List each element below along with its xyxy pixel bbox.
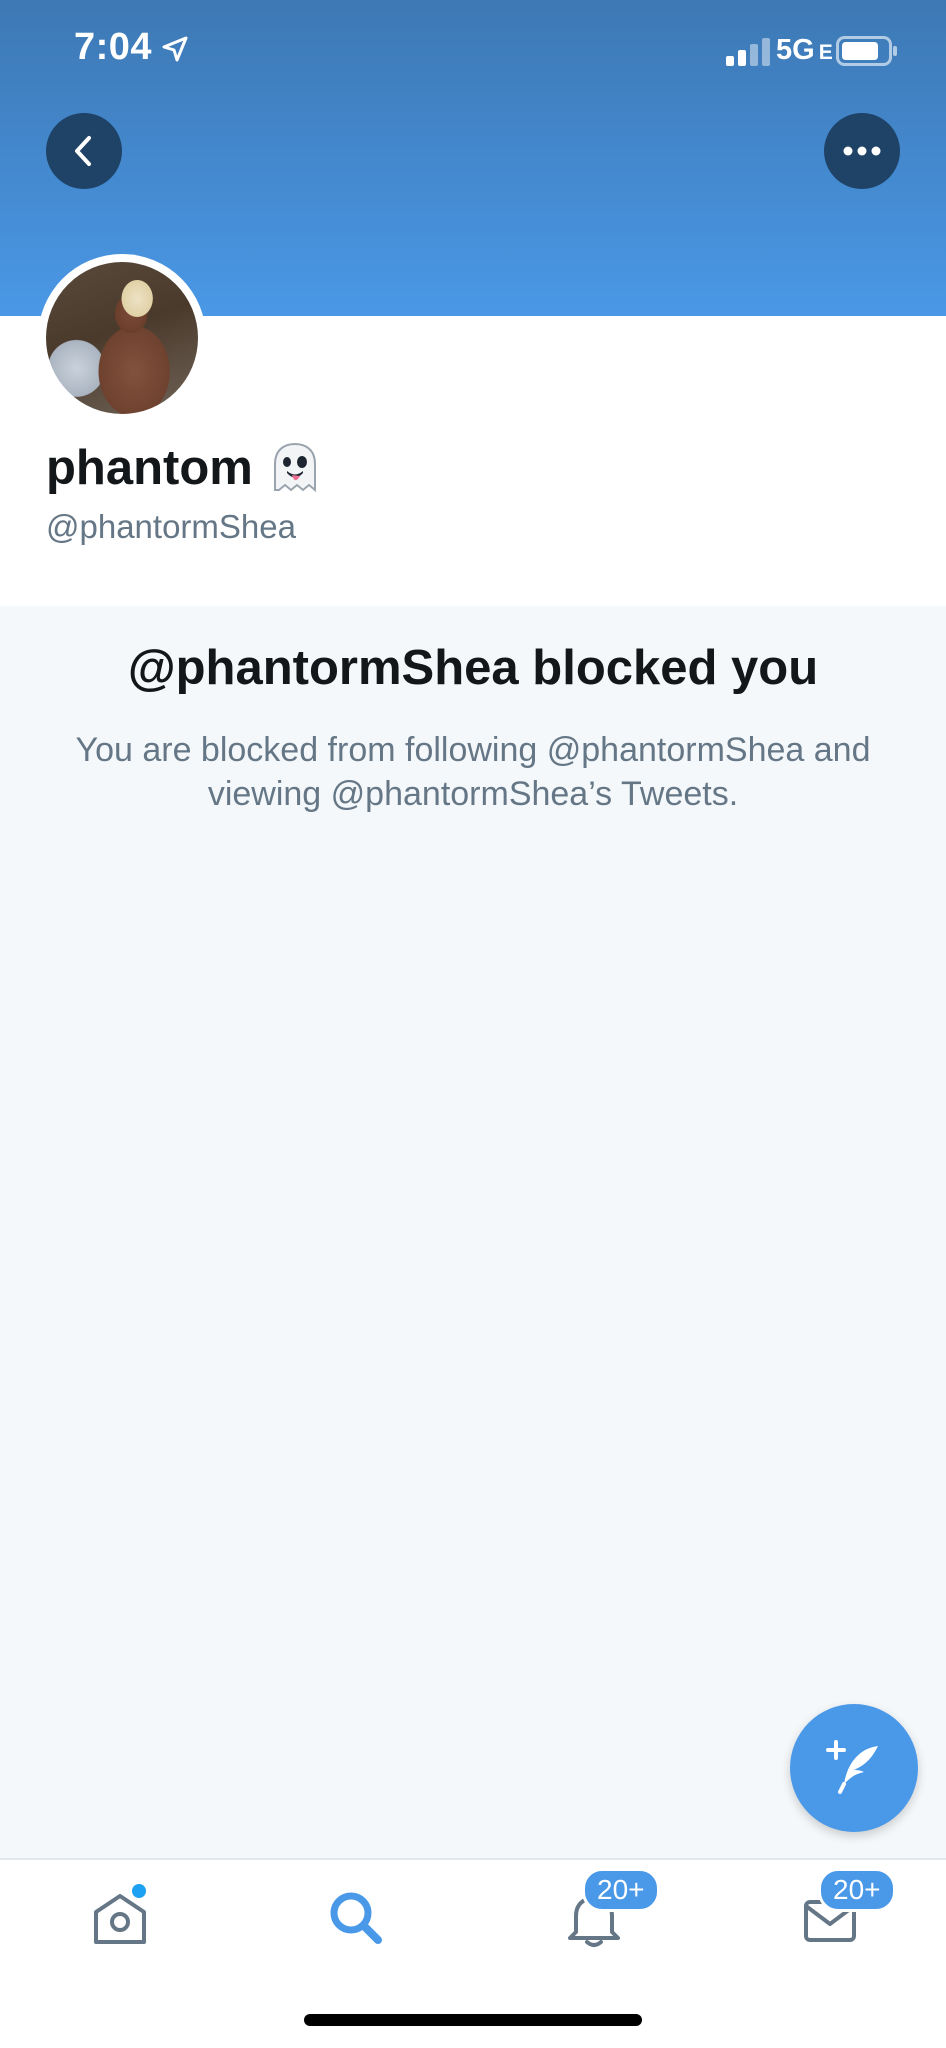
location-arrow-icon xyxy=(162,36,188,62)
messages-badge: 20+ xyxy=(818,1868,896,1912)
home-indicator[interactable] xyxy=(304,2014,642,2026)
blocked-description: You are blocked from following @phantorm… xyxy=(75,731,871,813)
home-new-dot xyxy=(132,1884,146,1898)
signal-strength-icon xyxy=(726,38,770,66)
tab-notifications[interactable]: 20+ xyxy=(562,1868,660,1950)
avatar[interactable] xyxy=(38,254,206,422)
chevron-left-icon xyxy=(75,136,91,166)
blocked-title: @phantormShea blocked you xyxy=(127,641,819,695)
profile-handle: @phantormShea xyxy=(46,508,296,545)
status-bar: 7:04 5G E xyxy=(0,0,946,104)
status-time: 7:04 xyxy=(74,26,153,68)
ghost-icon xyxy=(273,442,316,493)
avatar-photo xyxy=(46,262,198,414)
network-type: 5G E xyxy=(776,34,833,66)
tab-search[interactable] xyxy=(324,1886,388,1950)
compose-feather-icon xyxy=(826,1740,878,1794)
search-icon xyxy=(330,1892,382,1944)
profile-screen: 7:04 5G E phantom @phantormShea @phantor… xyxy=(0,0,946,2048)
battery-icon xyxy=(836,36,897,66)
notifications-badge: 20+ xyxy=(582,1868,660,1912)
tab-messages[interactable]: 20+ xyxy=(798,1868,896,1950)
ellipsis-icon xyxy=(843,146,881,156)
compose-tweet-button[interactable] xyxy=(790,1704,918,1832)
profile-display-name: phantom xyxy=(46,440,323,496)
more-options-button[interactable] xyxy=(824,113,900,189)
tab-home[interactable] xyxy=(88,1884,152,1950)
back-button[interactable] xyxy=(46,113,122,189)
display-name-text: phantom xyxy=(46,441,253,495)
